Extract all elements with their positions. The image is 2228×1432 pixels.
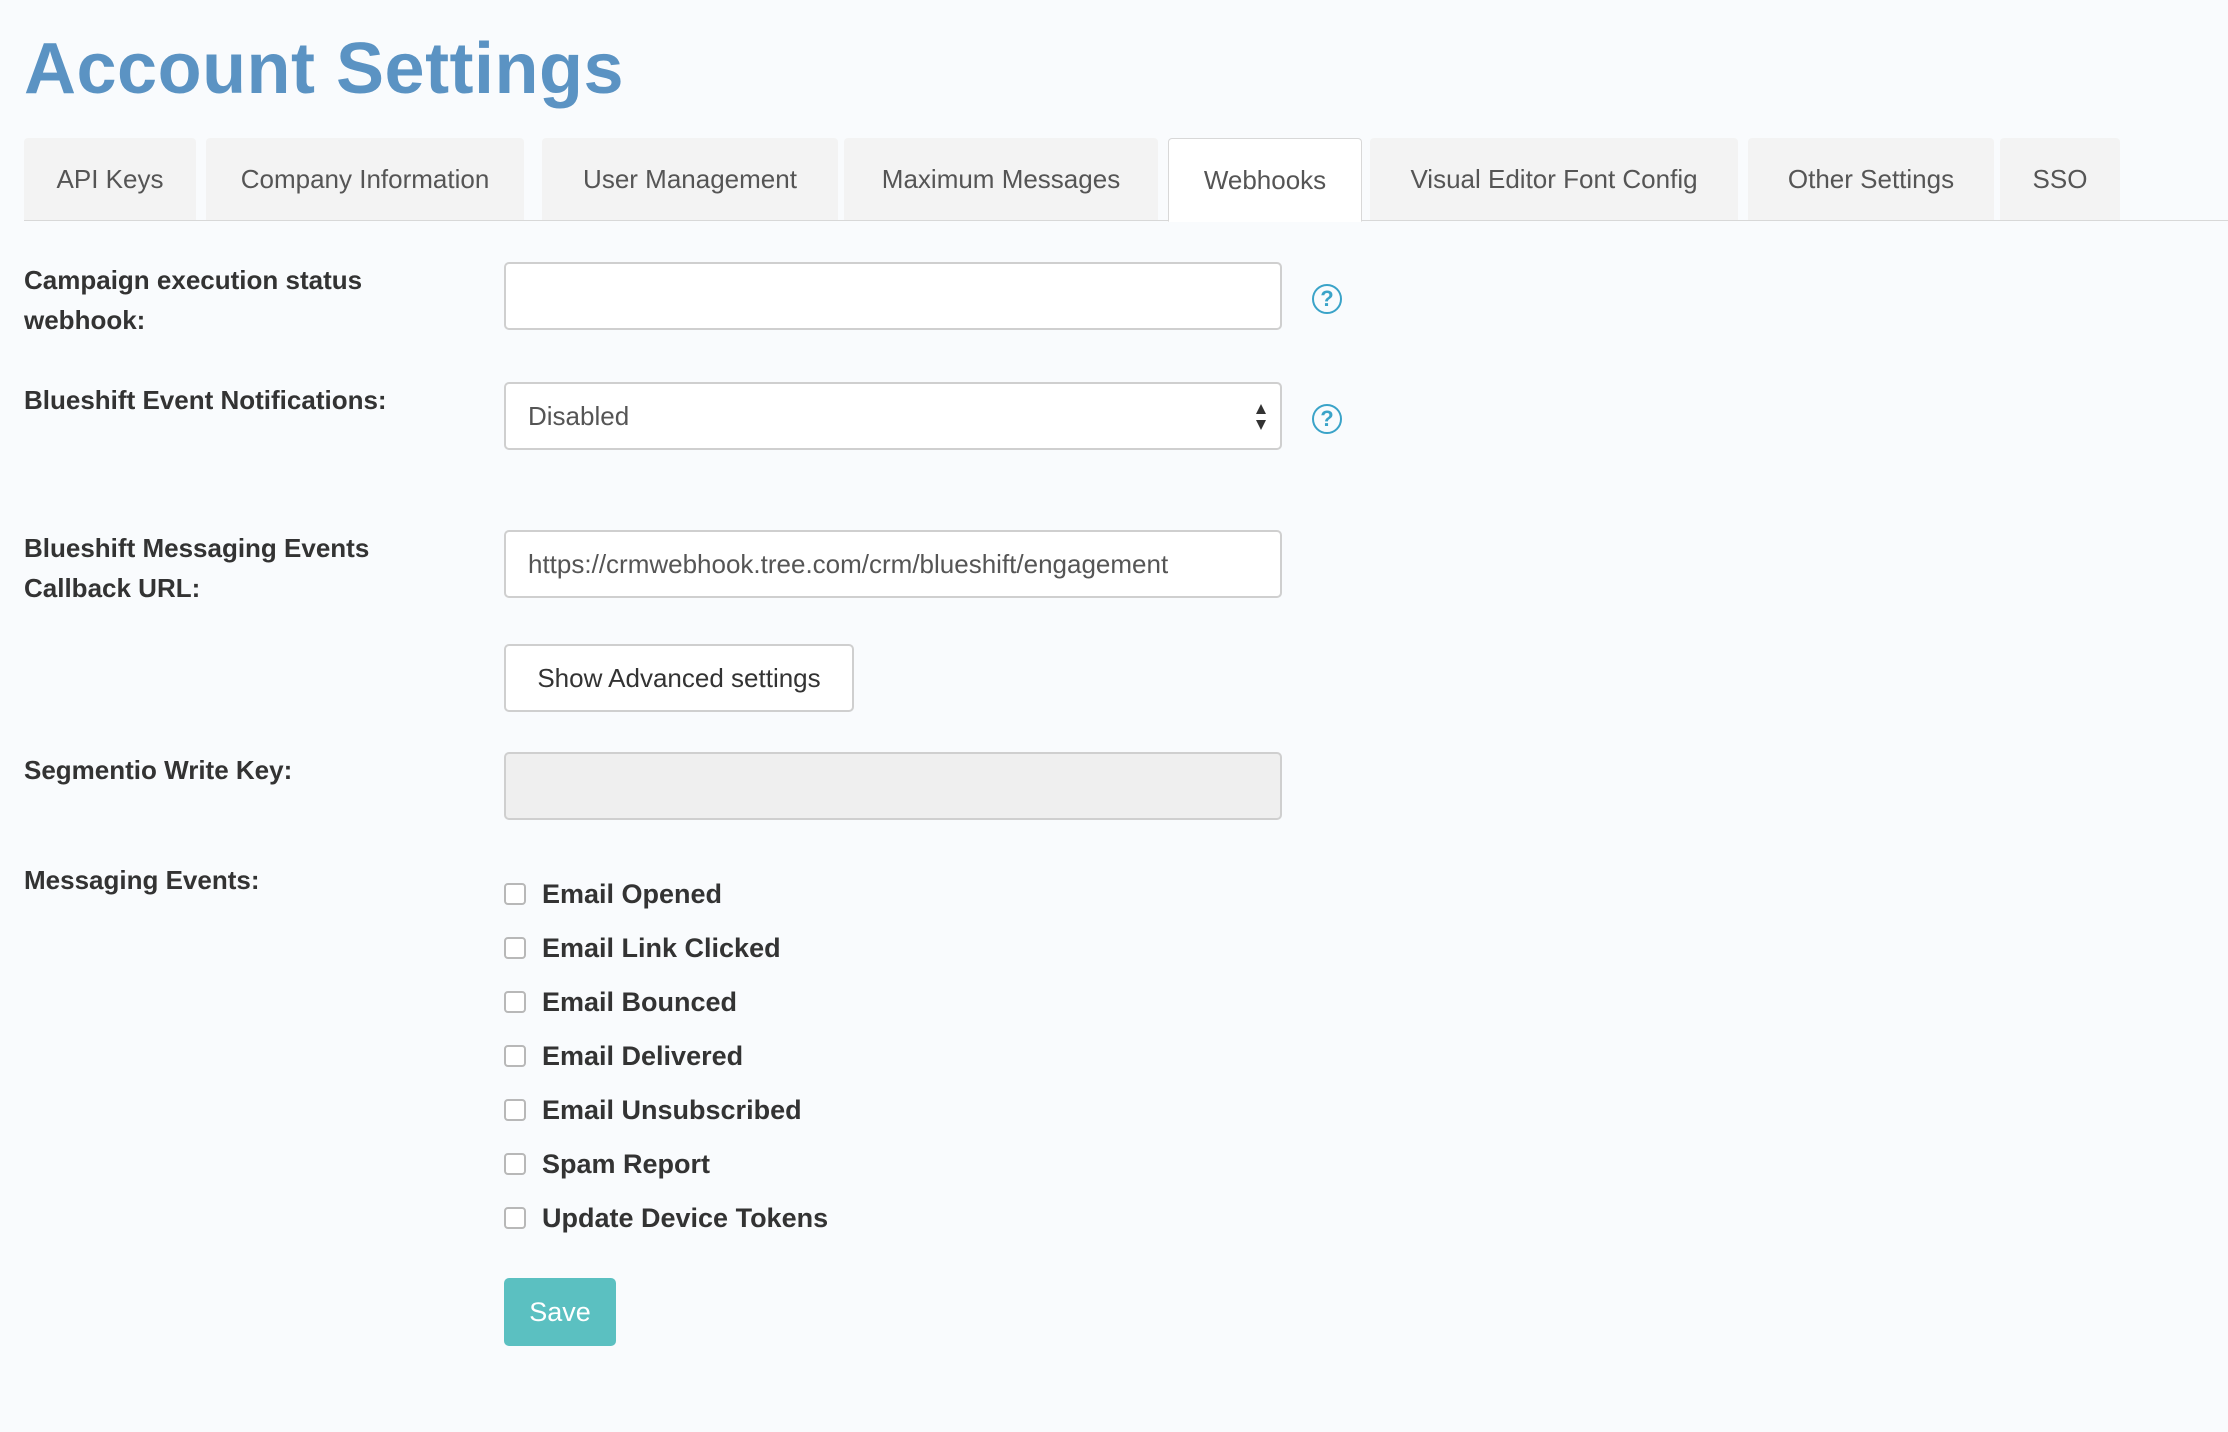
select-arrows-icon [1256, 404, 1266, 430]
tab-other-settings[interactable]: Other Settings [1748, 138, 1994, 220]
campaign-webhook-label-line2: webhook: [24, 305, 146, 335]
event-notifications-help-icon[interactable]: ? [1312, 404, 1342, 434]
campaign-webhook-label-line1: Campaign execution status [24, 265, 363, 295]
settings-tabs: API Keys Company Information User Manage… [24, 138, 2228, 222]
checkbox-email-unsubscribed[interactable]: Email Unsubscribed [504, 1090, 802, 1130]
segment-key-label: Segmentio Write Key: [24, 755, 293, 785]
save-button[interactable]: Save [504, 1278, 616, 1346]
callback-url-input[interactable]: https://crmwebhook.tree.com/crm/blueshif… [504, 530, 1282, 598]
checkbox-email-delivered[interactable]: Email Delivered [504, 1036, 743, 1076]
event-notifications-selected-value: Disabled [528, 400, 630, 431]
checkbox-label: Email Bounced [542, 986, 738, 1017]
tab-api-keys[interactable]: API Keys [24, 138, 196, 220]
tab-company-information[interactable]: Company Information [206, 138, 524, 220]
tab-user-management[interactable]: User Management [542, 138, 838, 220]
checkbox-email-bounced[interactable]: Email Bounced [504, 982, 737, 1022]
checkbox-label: Email Delivered [542, 1040, 744, 1071]
event-notifications-select[interactable]: Disabled [504, 382, 1282, 450]
tab-sso[interactable]: SSO [2000, 138, 2120, 220]
checkbox-label: Email Opened [542, 878, 723, 909]
messaging-events-label: Messaging Events: [24, 865, 260, 895]
checkbox-update-device-tokens[interactable]: Update Device Tokens [504, 1198, 828, 1238]
checkbox-box[interactable] [504, 1207, 526, 1229]
checkbox-box[interactable] [504, 883, 526, 905]
page-title: Account Settings [24, 29, 625, 109]
tab-visual-editor-font-config[interactable]: Visual Editor Font Config [1370, 138, 1738, 220]
checkbox-email-opened[interactable]: Email Opened [504, 874, 722, 914]
checkbox-box[interactable] [504, 1045, 526, 1067]
checkbox-label: Email Link Clicked [542, 932, 781, 963]
campaign-webhook-help-icon[interactable]: ? [1312, 284, 1342, 314]
tab-webhooks[interactable]: Webhooks [1168, 138, 1362, 222]
checkbox-box[interactable] [504, 1099, 526, 1121]
checkbox-box[interactable] [504, 937, 526, 959]
segment-key-input [504, 752, 1282, 820]
callback-url-label-line2: Callback URL: [24, 573, 201, 603]
checkbox-spam-report[interactable]: Spam Report [504, 1144, 710, 1184]
campaign-webhook-label: Campaign execution status webhook: [24, 260, 362, 340]
callback-url-label-line1: Blueshift Messaging Events [24, 533, 370, 563]
checkbox-box[interactable] [504, 1153, 526, 1175]
checkbox-label: Email Unsubscribed [542, 1094, 802, 1125]
checkbox-box[interactable] [504, 991, 526, 1013]
checkbox-label: Update Device Tokens [542, 1202, 829, 1233]
callback-url-label: Blueshift Messaging Events Callback URL: [24, 528, 369, 608]
tab-maximum-messages[interactable]: Maximum Messages [844, 138, 1158, 220]
show-advanced-settings-button[interactable]: Show Advanced settings [504, 644, 854, 712]
campaign-webhook-input[interactable] [504, 262, 1282, 330]
event-notifications-label: Blueshift Event Notifications: [24, 385, 387, 415]
checkbox-label: Spam Report [542, 1148, 711, 1179]
checkbox-email-link-clicked[interactable]: Email Link Clicked [504, 928, 781, 968]
